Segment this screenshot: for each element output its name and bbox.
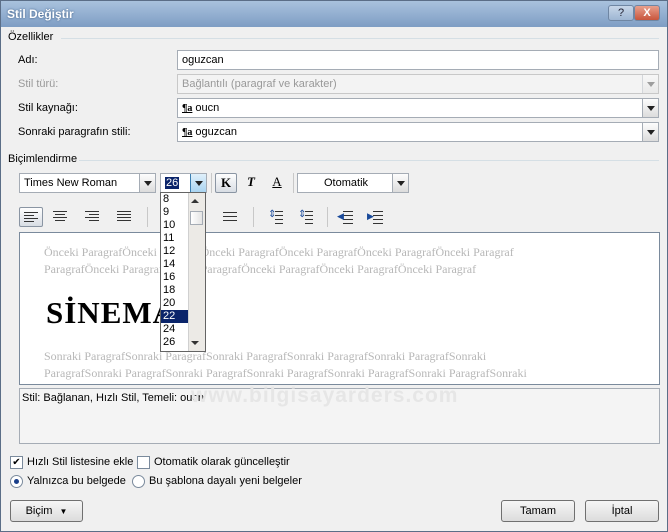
style-dialog: Stil Değiştir ? X Özellikler Adı: oguzca… [0, 0, 668, 532]
bold-button[interactable]: K [215, 173, 237, 193]
quick-style-label: Hızlı Stil listesine ekle [27, 456, 134, 468]
scroll-thumb[interactable] [190, 211, 203, 225]
toolbar-separator [211, 173, 212, 193]
underline-button[interactable]: A [266, 173, 288, 193]
style-type-arrow-icon [642, 75, 658, 93]
based-on-select[interactable]: ¶a oucn [177, 98, 659, 118]
font-size-value: 26 [165, 177, 180, 189]
preview-sample-text: SİNEMA [46, 295, 177, 330]
dropdown-scrollbar[interactable] [188, 193, 205, 351]
watermark: www.bilgisayarders.com [191, 384, 459, 407]
based-on-value: oucn [195, 102, 220, 114]
style-preview: Önceki ParagrafÖnceki ParagrafÖnceki Par… [19, 232, 660, 385]
font-size-option[interactable]: 26 [161, 336, 191, 349]
cancel-button[interactable]: İptal [585, 500, 659, 522]
font-size-option[interactable]: 22 [161, 310, 191, 323]
scroll-down-icon[interactable] [191, 341, 199, 345]
font-size-select[interactable]: 26 [160, 173, 207, 193]
font-size-option[interactable]: 11 [161, 232, 191, 245]
font-size-list: 8 9 10 11 12 14 16 18 20 22 24 26 [161, 193, 191, 349]
font-size-option[interactable]: 20 [161, 297, 191, 310]
font-size-dropdown[interactable]: 8 9 10 11 12 14 16 18 20 22 24 26 [160, 192, 206, 352]
next-style-label: Sonraki paragrafın stili: [18, 126, 131, 138]
font-size-option[interactable]: 10 [161, 219, 191, 232]
down-up-arrow-icon: ⇕ [298, 209, 307, 220]
based-on-arrow-icon[interactable] [642, 99, 658, 117]
toolbar-separator [293, 173, 294, 193]
toolbar-separator [327, 207, 328, 227]
this-document-radio[interactable] [10, 475, 23, 488]
preview-before-line2: ParagrafÖnceki ParagrafÖnceki ParagrafÖn… [44, 262, 477, 276]
up-down-arrow-icon: ⇕ [268, 209, 277, 220]
style-type-value: Bağlantılı (paragraf ve karakter) [182, 78, 337, 90]
properties-divider [61, 38, 659, 39]
align-center-button[interactable] [49, 207, 73, 227]
decrease-indent-button[interactable]: ◀ [335, 207, 359, 227]
properties-section-label: Özellikler [8, 31, 54, 43]
font-size-option[interactable]: 8 [161, 193, 191, 206]
name-label: Adı: [18, 54, 38, 66]
font-size-option[interactable]: 24 [161, 323, 191, 336]
font-arrow-icon[interactable] [139, 174, 155, 192]
justify-button[interactable] [113, 207, 137, 227]
italic-button[interactable]: T [240, 173, 262, 193]
auto-update-label: Otomatik olarak güncelleştir [154, 456, 290, 468]
name-field[interactable]: oguzcan [177, 50, 659, 70]
formatting-divider [79, 160, 659, 161]
toolbar-separator [147, 207, 148, 227]
font-size-option[interactable]: 12 [161, 245, 191, 258]
style-type-select: Bağlantılı (paragraf ve karakter) [177, 74, 659, 94]
scroll-up-icon[interactable] [191, 199, 199, 203]
font-size-arrow-icon[interactable] [190, 174, 206, 192]
paragraph-style-icon: ¶a [182, 127, 193, 138]
font-value: Times New Roman [24, 177, 118, 189]
indent-right-icon: ▶ [367, 211, 374, 221]
name-field-value: oguzcan [182, 54, 224, 66]
font-color-select[interactable]: Otomatik [297, 173, 409, 193]
font-color-value: Otomatik [324, 177, 369, 189]
font-color-arrow-icon[interactable] [392, 174, 408, 192]
template-label: Bu şablona dayalı yeni belgeler [149, 475, 302, 487]
help-button[interactable]: ? [608, 5, 634, 21]
this-document-label: Yalnızca bu belgede [27, 475, 126, 487]
format-menu-button[interactable]: Biçim ▼ [10, 500, 83, 522]
space-after-button[interactable]: ⇕ [295, 207, 319, 227]
preview-before-line1: Önceki ParagrafÖnceki ParagrafÖnceki Par… [44, 245, 514, 259]
space-before-button[interactable]: ⇕ [265, 207, 289, 227]
based-on-label: Stil kaynağı: [18, 102, 78, 114]
preview-after-line2: ParagrafSonraki ParagrafSonraki Paragraf… [44, 366, 527, 380]
template-radio[interactable] [132, 475, 145, 488]
next-style-select[interactable]: ¶a oguzcan [177, 122, 659, 142]
chevron-down-icon: ▼ [59, 507, 68, 516]
auto-update-checkbox[interactable] [137, 456, 150, 469]
next-style-value: oguzcan [195, 126, 237, 138]
dialog-title: Stil Değiştir [7, 7, 74, 21]
align-right-button[interactable] [81, 207, 105, 227]
font-size-option[interactable]: 14 [161, 258, 191, 271]
line-spacing-button[interactable] [219, 207, 243, 227]
formatting-section-label: Biçimlendirme [8, 153, 78, 165]
toolbar-separator [253, 207, 254, 227]
ok-button[interactable]: Tamam [501, 500, 575, 522]
quick-style-checkbox[interactable]: ✔ [10, 456, 23, 469]
close-button[interactable]: X [634, 5, 660, 21]
increase-indent-button[interactable]: ▶ [365, 207, 389, 227]
font-size-option[interactable]: 16 [161, 271, 191, 284]
font-size-option[interactable]: 9 [161, 206, 191, 219]
title-bar[interactable]: Stil Değiştir ? X [1, 1, 667, 27]
style-description-text: Stil: Bağlanan, Hızlı Stil, Temeli: oucn [22, 392, 204, 404]
font-size-option[interactable]: 18 [161, 284, 191, 297]
format-button-label: Biçim [25, 505, 53, 517]
indent-left-icon: ◀ [337, 211, 344, 221]
style-type-label: Stil türü: [18, 78, 59, 90]
align-left-button[interactable] [19, 207, 43, 227]
next-style-arrow-icon[interactable] [642, 123, 658, 141]
paragraph-style-icon: ¶a [182, 103, 193, 114]
preview-after-line1: Sonraki ParagrafSonraki ParagrafSonraki … [44, 349, 487, 363]
font-select[interactable]: Times New Roman [19, 173, 156, 193]
